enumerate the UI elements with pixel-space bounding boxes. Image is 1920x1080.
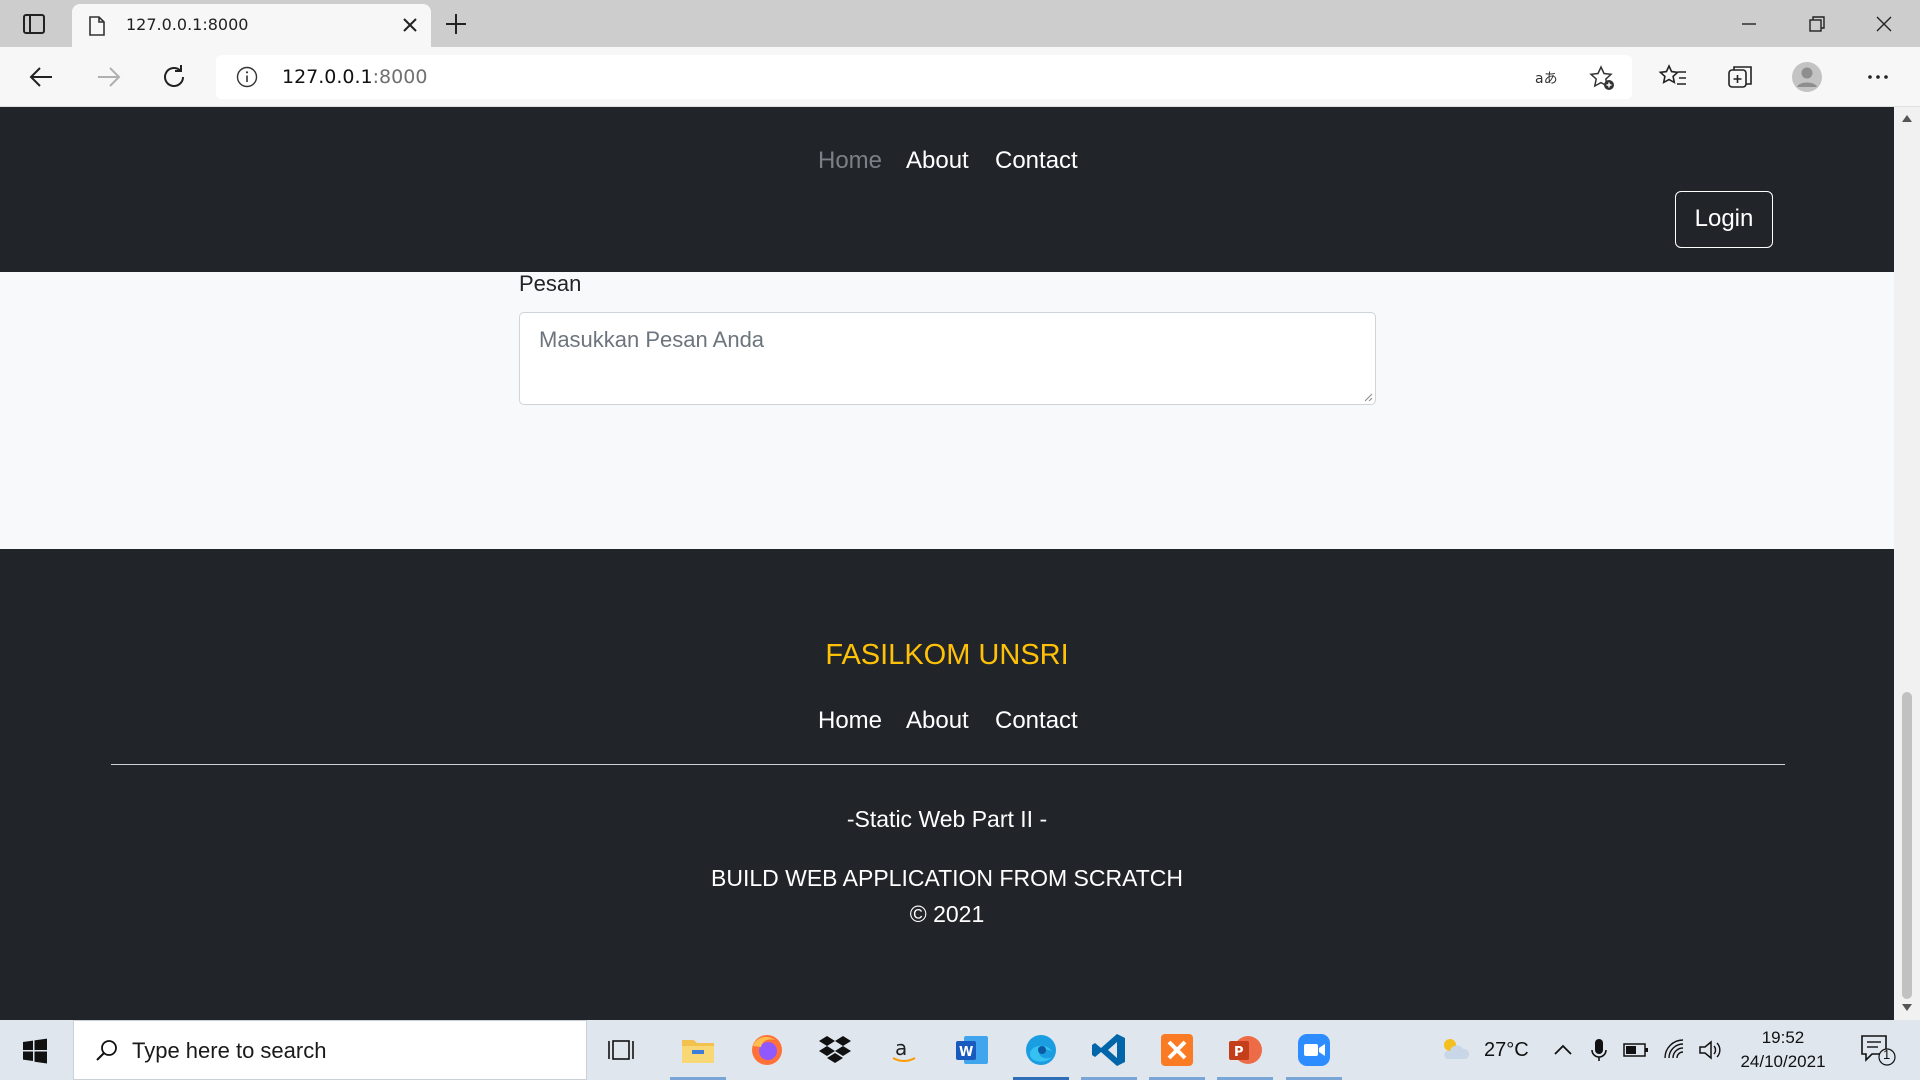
add-favorite-icon[interactable] (1589, 65, 1615, 91)
favorites-icon[interactable] (1657, 61, 1689, 93)
windows-start-icon[interactable] (22, 1038, 48, 1064)
footer: FASILKOM UNSRI Home About Contact -Stati… (0, 549, 1894, 1020)
browser-toolbar: 127.0.0.1:8000 aあ (0, 47, 1920, 107)
vscode-app[interactable] (1081, 1030, 1137, 1080)
nav-home-link[interactable]: Home (818, 147, 882, 175)
footer-contact-link[interactable]: Contact (995, 707, 1078, 735)
zoom-app[interactable] (1286, 1030, 1342, 1080)
search-icon (96, 1040, 117, 1061)
weather-temperature[interactable]: 27°C (1484, 1039, 1529, 1063)
page-scrollbar[interactable] (1894, 107, 1920, 1020)
profile-avatar-icon[interactable] (1791, 61, 1823, 93)
message-label: Pesan (519, 271, 582, 296)
nav-contact-link[interactable]: Contact (995, 147, 1078, 175)
vscode-icon (1092, 1034, 1125, 1066)
svg-text:W: W (959, 1045, 973, 1060)
xampp-icon (1161, 1034, 1193, 1066)
task-view-icon[interactable] (604, 1030, 644, 1070)
browser-tab-strip: 127.0.0.1:8000 (0, 0, 1920, 47)
svg-text:aあ: aあ (1535, 71, 1558, 87)
volume-icon[interactable] (1697, 1038, 1723, 1062)
back-icon[interactable] (26, 61, 58, 93)
microphone-icon[interactable] (1589, 1038, 1609, 1062)
taskbar-clock[interactable]: 19:52 24/10/2021 (1733, 1026, 1833, 1074)
battery-icon[interactable] (1622, 1038, 1650, 1062)
new-tab-icon[interactable] (444, 12, 468, 36)
site-info-icon[interactable] (236, 66, 258, 88)
zoom-icon (1298, 1034, 1330, 1066)
close-window-icon[interactable] (1870, 10, 1898, 38)
firefox-icon (752, 1035, 782, 1065)
powerpoint-icon: P (1229, 1036, 1262, 1064)
scrollbar-thumb[interactable] (1902, 692, 1912, 999)
word-icon: W (956, 1036, 988, 1064)
message-textarea[interactable]: Masukkan Pesan Anda (519, 312, 1376, 405)
tab-title: 127.0.0.1:8000 (126, 15, 249, 34)
show-hidden-icons-chevron-icon[interactable] (1552, 1038, 1574, 1062)
clock-time: 19:52 (1761, 1028, 1805, 1047)
login-button[interactable]: Login (1675, 191, 1773, 248)
footer-about-link[interactable]: About (906, 707, 969, 735)
resize-grip-icon[interactable] (1361, 390, 1373, 402)
more-options-icon[interactable] (1862, 61, 1894, 93)
file-explorer-icon (682, 1040, 714, 1063)
tab-actions-icon[interactable] (18, 12, 52, 36)
clock-date: 24/10/2021 (1740, 1052, 1826, 1071)
scroll-down-icon[interactable] (1901, 1003, 1913, 1013)
address-bar[interactable]: 127.0.0.1:8000 aあ (216, 55, 1632, 99)
read-aloud-icon[interactable]: aあ (1534, 65, 1560, 91)
notifications-button[interactable]: 1 (1858, 1032, 1898, 1068)
nav-about-link[interactable]: About (906, 147, 969, 175)
browser-tab[interactable]: 127.0.0.1:8000 (72, 4, 431, 47)
collections-icon[interactable] (1724, 61, 1756, 93)
forward-icon[interactable] (92, 61, 124, 93)
taskbar-search-box[interactable]: Type here to search (73, 1020, 587, 1080)
restore-icon[interactable] (1802, 10, 1830, 38)
top-navbar: Home About Contact Login (0, 107, 1894, 272)
dropbox-app[interactable] (815, 1030, 855, 1070)
scroll-up-icon[interactable] (1901, 113, 1913, 123)
footer-copyright-year: © 2021 (909, 901, 985, 927)
weather-icon[interactable] (1438, 1034, 1472, 1064)
notification-icon (1861, 1035, 1896, 1066)
dropbox-icon (819, 1036, 851, 1063)
url-text[interactable]: 127.0.0.1:8000 (282, 66, 427, 88)
windows-taskbar: Type here to search a W P 27°C 19:52 24/… (0, 1020, 1920, 1080)
search-placeholder: Type here to search (132, 1038, 327, 1063)
footer-divider (111, 764, 1785, 765)
edge-icon (1026, 1035, 1056, 1065)
xampp-app[interactable] (1149, 1030, 1205, 1080)
close-tab-icon[interactable] (401, 16, 419, 34)
notification-count: 1 (1883, 1047, 1891, 1062)
footer-home-link[interactable]: Home (818, 707, 882, 735)
wifi-icon[interactable] (1662, 1038, 1688, 1062)
footer-tagline: -Static Web Part II - (846, 806, 1048, 832)
word-app[interactable]: W (952, 1030, 992, 1070)
page-viewport: Home About Contact Login Pesan Masukkan … (0, 107, 1894, 1020)
page-icon (89, 16, 105, 36)
footer-copyright-title: BUILD WEB APPLICATION FROM SCRATCH (711, 865, 1183, 891)
svg-text:a: a (895, 1036, 907, 1060)
firefox-app[interactable] (747, 1030, 787, 1070)
powerpoint-app[interactable]: P (1217, 1030, 1273, 1080)
svg-text:P: P (1234, 1045, 1244, 1060)
footer-brand: FASILKOM UNSRI (825, 639, 1069, 671)
edge-app[interactable] (1013, 1030, 1069, 1080)
file-explorer-app[interactable] (670, 1030, 726, 1080)
refresh-icon[interactable] (158, 61, 190, 93)
amazon-app[interactable]: a (884, 1030, 924, 1070)
amazon-icon: a (892, 1036, 916, 1062)
minimize-icon[interactable] (1734, 10, 1762, 38)
